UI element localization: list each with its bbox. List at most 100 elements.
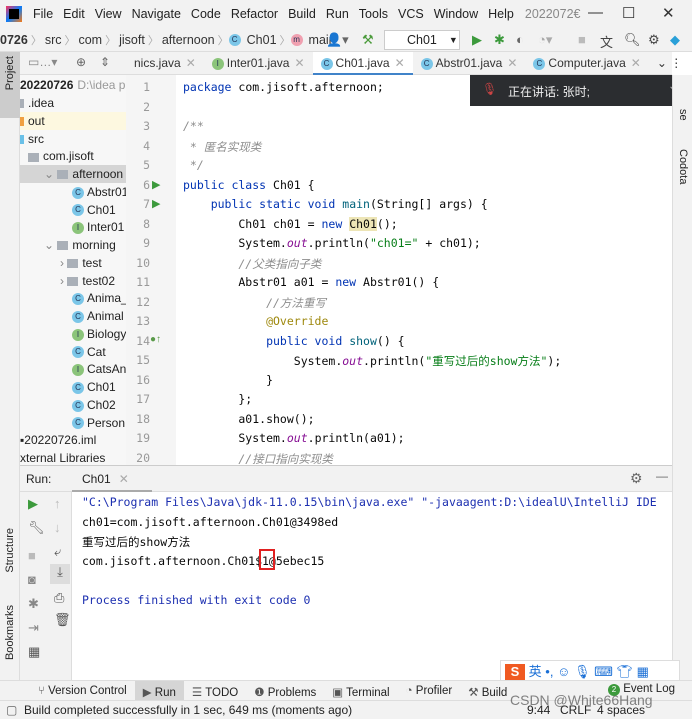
print-icon[interactable]: ⎙ [54, 590, 64, 606]
stop-icon[interactable]: ■ [578, 32, 586, 47]
menu-view[interactable]: View [90, 7, 127, 21]
breadcrumb-afternoon[interactable]: afternoon [159, 33, 218, 47]
run-configuration-select[interactable]: Ch01 ▼ [384, 30, 460, 50]
tree-item[interactable]: C Person [20, 414, 126, 432]
minimize-button[interactable]: — [588, 4, 603, 21]
breadcrumb-com[interactable]: com [75, 33, 105, 47]
apps-icon[interactable]: ▦ [637, 664, 649, 679]
tool-window-version-control[interactable]: ⑂ Version Control [30, 681, 135, 701]
close-icon[interactable]: ✕ [395, 56, 405, 70]
status-message[interactable]: Build completed successfully in 1 sec, 6… [24, 701, 352, 719]
coverage-icon[interactable]: ◐ [516, 32, 524, 47]
login-icon[interactable]: ⇥ [28, 620, 39, 636]
close-icon[interactable]: ✕ [294, 56, 304, 70]
run-gutter-icon[interactable]: ▶ [152, 197, 160, 210]
chevron-right-icon[interactable]: › [60, 256, 67, 270]
translate-icon[interactable]: 文 [600, 32, 613, 51]
tree-item[interactable]: ⌄ afternoon [20, 165, 126, 183]
maximize-button[interactable]: ☐ [622, 4, 635, 22]
menu-tools[interactable]: Tools [354, 7, 393, 21]
camera-icon[interactable]: ◙ [28, 572, 36, 587]
tab-abstr01[interactable]: C Abstr01.java ✕ [413, 52, 526, 75]
breadcrumb-jisoft[interactable]: jisoft [116, 33, 148, 47]
tab-ch01[interactable]: C Ch01.java ✕ [312, 52, 413, 75]
menu-edit[interactable]: Edit [58, 7, 90, 21]
breadcrumb-ch01[interactable]: Ch01 [244, 33, 280, 47]
run-icon[interactable]: ▶ [472, 32, 482, 48]
view-select-icon[interactable]: ▭…▾ [28, 55, 57, 69]
tree-item[interactable]: C Animal [20, 307, 126, 325]
status-layout-icon[interactable]: ▢ [6, 701, 17, 719]
tree-item[interactable]: › test02 [20, 272, 126, 290]
scroll-to-end-icon[interactable]: ⤓ [50, 564, 70, 584]
menu-build[interactable]: Build [283, 7, 321, 21]
close-icon[interactable]: ✕ [631, 56, 641, 70]
tree-item[interactable]: C Ch02 [20, 396, 126, 414]
mic-icon[interactable]: 🎙︎ [574, 664, 591, 679]
menu-vcs[interactable]: VCS [393, 7, 429, 21]
tree-item[interactable]: I Biology [20, 325, 126, 343]
tree-item[interactable]: C Abstr01 [20, 183, 126, 201]
emoji-icon[interactable]: ☺ [557, 664, 570, 679]
menu-file[interactable]: File [28, 7, 58, 21]
hide-icon[interactable]: — [656, 469, 668, 483]
down-arrow-icon[interactable]: ↓ [54, 520, 61, 535]
code-with-me-icon[interactable]: ◆ [670, 32, 680, 48]
tree-item[interactable]: ICatsAnima [20, 360, 126, 378]
bookmarks-tool-tab[interactable]: Bookmarks [4, 605, 16, 660]
chevron-down-icon[interactable]: ⌄ [44, 238, 57, 252]
tool-window-problems[interactable]: ❶ Problems [246, 681, 324, 701]
gear-icon[interactable]: ⚙ [630, 470, 643, 487]
close-button[interactable]: ✕ [662, 4, 675, 22]
menu-window[interactable]: Window [429, 7, 483, 21]
menu-code[interactable]: Code [186, 7, 226, 21]
tree-item[interactable]: › test [20, 254, 126, 272]
database-tool-tab[interactable]: se [677, 109, 689, 121]
tree-item[interactable]: out [20, 111, 126, 130]
tree-item[interactable]: ⌄ morning [20, 236, 126, 254]
breadcrumb-project[interactable]: 0726 [0, 33, 31, 47]
tool-window-terminal[interactable]: ▣ Terminal [324, 681, 397, 701]
menu-run[interactable]: Run [321, 7, 354, 21]
tree-item[interactable]: CAnima_So [20, 289, 126, 307]
tool-window-profiler[interactable]: ◔ Profiler [398, 681, 461, 701]
more-tabs-icon[interactable]: ⌄ ⋮ [649, 52, 690, 75]
up-arrow-icon[interactable]: ↑ [54, 496, 61, 511]
menu-help[interactable]: Help [483, 7, 519, 21]
chevron-right-icon[interactable]: › [60, 274, 67, 288]
tab-computer[interactable]: C Computer.java ✕ [525, 52, 648, 75]
tree-item[interactable]: C Ch01 [20, 378, 126, 396]
skin-icon[interactable]: 👕︎ [617, 664, 634, 679]
mic-muted-icon[interactable]: 🎙︎ [482, 82, 497, 96]
tree-item[interactable]: xternal Libraries [20, 449, 126, 465]
punctuation-icon[interactable]: •, [545, 664, 553, 679]
soft-wrap-icon[interactable]: ⤶ [54, 544, 61, 560]
run-tab-ch01[interactable]: Ch01 ✕ [72, 466, 152, 492]
gear-icon[interactable]: ⚙ [648, 32, 660, 48]
chevron-down-icon[interactable]: ⌄ [44, 167, 57, 181]
menu-refactor[interactable]: Refactor [226, 7, 283, 21]
close-icon[interactable]: ✕ [119, 472, 129, 486]
tree-item[interactable]: .idea [20, 94, 126, 112]
ime-mode[interactable]: 英 [529, 664, 542, 679]
rerun-icon[interactable]: ▶ [28, 496, 38, 512]
close-icon[interactable]: ✕ [186, 56, 196, 70]
tree-item[interactable]: C Cat [20, 343, 126, 361]
layout-icon[interactable]: ▦ [28, 644, 40, 660]
tree-item[interactable]: ▪20220726.iml [20, 431, 126, 449]
tree-item[interactable]: C Ch01 [20, 201, 126, 219]
implements-gutter-icon[interactable]: ●↑ [150, 334, 161, 345]
user-icon[interactable]: 👤▾ [326, 32, 349, 48]
menu-navigate[interactable]: Navigate [127, 7, 186, 21]
project-tool-tab[interactable]: Project [0, 52, 20, 118]
tab-inter01[interactable]: I Inter01.java ✕ [204, 52, 313, 75]
project-root[interactable]: 20220726D:\idea pro [20, 76, 126, 94]
build-hammer-icon[interactable]: ⚒ [362, 32, 374, 48]
search-icon[interactable]: 🔍︎ [624, 32, 641, 48]
wrench-icon[interactable]: 🔧︎ [28, 520, 45, 536]
collapse-all-icon[interactable]: ⇕ [100, 55, 110, 69]
tool-window-build[interactable]: ⚒ Build [460, 681, 515, 701]
tree-item[interactable]: I Inter01 [20, 218, 126, 236]
tree-item[interactable]: com.jisoft [20, 147, 126, 165]
bug-icon[interactable]: ✱ [28, 596, 39, 612]
